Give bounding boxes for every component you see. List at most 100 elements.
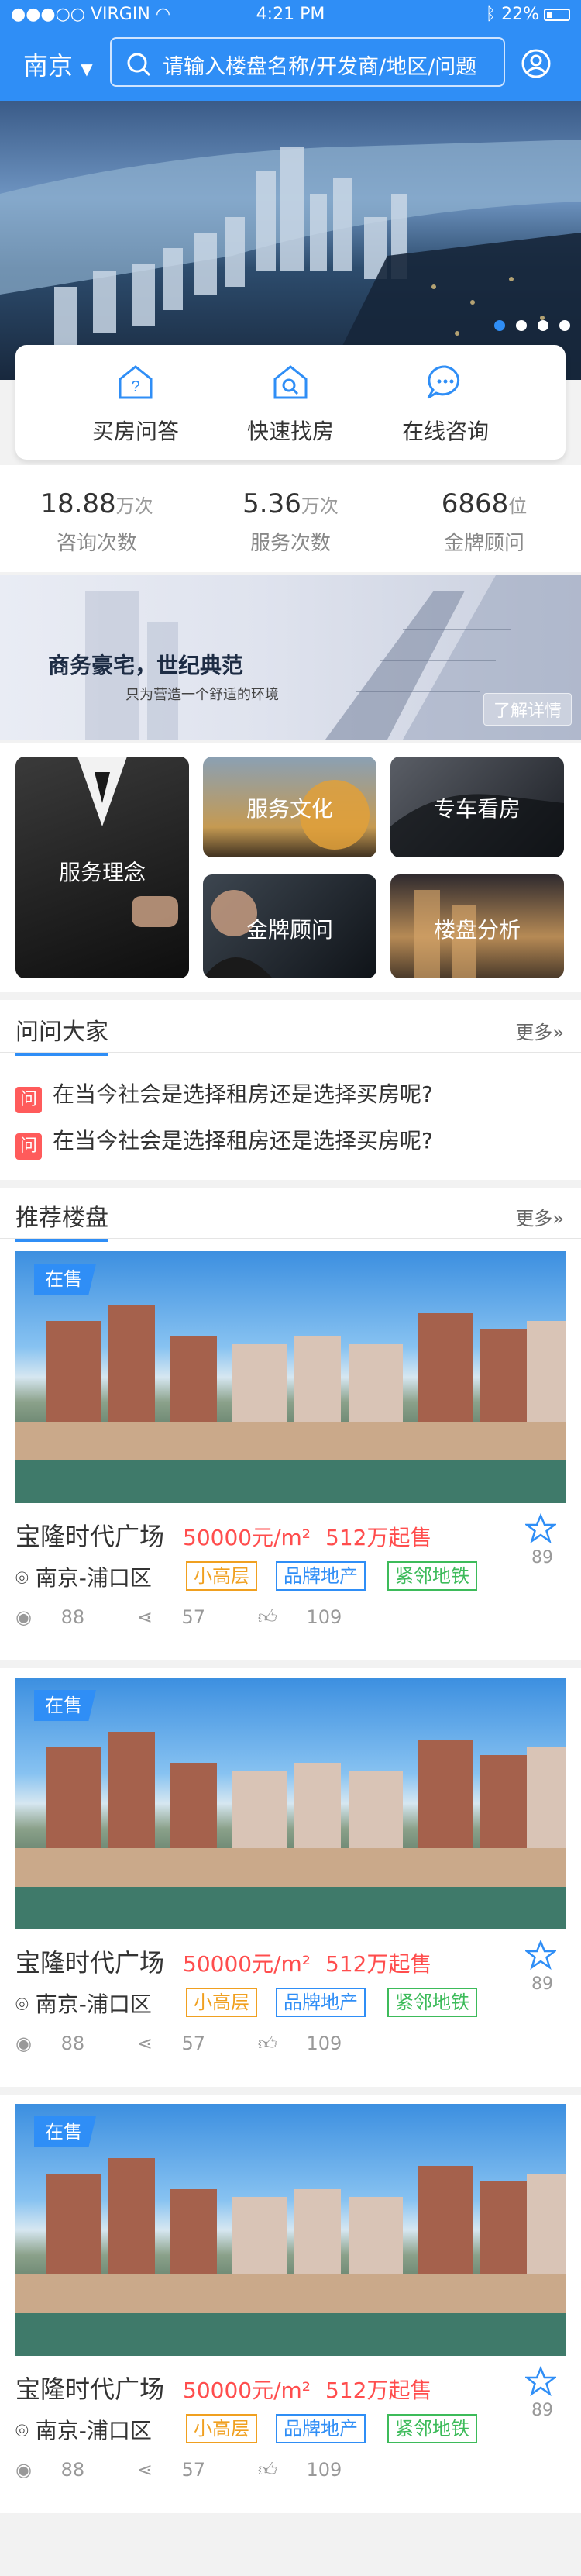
tile-label: 专车看房 <box>433 796 521 822</box>
eye-icon: ◉ <box>15 1606 32 1628</box>
unit-price: 50000元/m² <box>183 1525 311 1550</box>
carousel-dots <box>483 319 570 334</box>
tile-label: 服务文化 <box>246 796 333 822</box>
quick-link-chat[interactable]: 在线咨询 <box>368 359 523 446</box>
city-label: 南京 <box>23 51 74 81</box>
favorite-count: 89 <box>531 1548 553 1567</box>
eye-icon: ◉ <box>15 2459 32 2481</box>
status-bar: ●●●○○ VIRGIN ◠ 4:21 PM ᛒ 22% <box>0 0 581 31</box>
feature-tag: 品牌地产 <box>276 1561 366 1591</box>
property-photo: 在售 <box>15 2104 566 2356</box>
ask-section-title: 问问大家 <box>15 1012 108 1056</box>
stats-panel: 18.88万次 咨询次数 5.36万次 服务次数 6868位 金牌顾问 <box>0 465 581 572</box>
listing-card[interactable]: 在售 宝隆时代广场 50000元/m² 512万起售 89 ⌾ 南京-浦口区 小… <box>0 2095 581 2513</box>
unit-price: 50000元/m² <box>183 2378 311 2403</box>
thumbs-up-icon: 👍︎ <box>257 2033 277 2054</box>
property-photo: 在售 <box>15 1251 566 1503</box>
tile-service-philosophy[interactable]: 服务理念 <box>15 757 189 978</box>
unit-price: 50000元/m² <box>183 1951 311 1977</box>
top-bar: ●●●○○ VIRGIN ◠ 4:21 PM ᛒ 22% 南京 ▼ 请输入楼盘名… <box>0 0 581 101</box>
listing-meta: ◉ 88 ⋖ 57 👍︎ 109 <box>15 2459 342 2481</box>
property-render-image <box>15 2158 566 2356</box>
thumbs-up-icon: 👍︎ <box>257 2459 277 2481</box>
search-icon <box>127 53 151 77</box>
favorite-count: 89 <box>531 1974 553 1994</box>
battery-percent: 22% <box>501 5 539 24</box>
location: ⌾ 南京-浦口区 <box>15 1565 152 1591</box>
feature-tag: 紧邻地铁 <box>387 1988 477 2017</box>
tile-property-analysis[interactable]: 楼盘分析 <box>390 874 564 978</box>
ask-section: 问问大家 更多» 问在当今社会是选择租房还是选择买房呢? 问在当今社会是选择租房… <box>0 1000 581 1180</box>
tile-label: 金牌顾问 <box>246 917 333 943</box>
feature-tag: 小高层 <box>186 2414 257 2443</box>
star-icon[interactable] <box>525 2366 556 2397</box>
tile-service-culture[interactable]: 服务文化 <box>203 757 376 857</box>
question-house-icon: ? <box>119 365 153 399</box>
star-icon[interactable] <box>525 1513 556 1544</box>
feature-tag: 紧邻地铁 <box>387 2414 477 2443</box>
feature-tag: 小高层 <box>186 1561 257 1591</box>
city-selector[interactable]: 南京 ▼ <box>23 47 93 82</box>
service-grid: 服务理念 服务文化 专车看房 金牌顾问 楼盘分析 <box>0 743 581 992</box>
share-icon: ⋖ <box>136 2033 153 2054</box>
start-price: 512万起售 <box>325 2378 432 2403</box>
share-icon: ⋖ <box>136 1606 153 1628</box>
tile-car-viewing[interactable]: 专车看房 <box>390 757 564 857</box>
question-badge-icon: 问 <box>15 1087 42 1113</box>
search-house-icon <box>273 365 308 399</box>
feature-tag: 小高层 <box>186 1988 257 2017</box>
user-icon[interactable] <box>521 48 552 79</box>
promo-banner[interactable]: 商务豪宅，世纪典范 只为营造一个舒适的环境 了解详情 <box>0 575 581 740</box>
tile-label: 服务理念 <box>58 860 146 885</box>
question-item[interactable]: 问在当今社会是选择租房还是选择买房呢? <box>15 1078 433 1113</box>
question-badge-icon: 问 <box>15 1133 42 1160</box>
caret-down-icon: ▼ <box>81 60 93 78</box>
search-input[interactable]: 请输入楼盘名称/开发商/地区/问题 <box>110 37 505 87</box>
tile-label: 楼盘分析 <box>433 917 521 943</box>
location-pin-icon: ⌾ <box>15 1565 29 1591</box>
listing-card[interactable]: 在售 宝隆时代广场 50000元/m² 512万起售 89 ⌾ 南京-浦口区 小… <box>0 1668 581 2087</box>
location-pin-icon: ⌾ <box>15 1991 29 2017</box>
svg-text:?: ? <box>131 378 139 395</box>
tile-gold-advisor[interactable]: 金牌顾问 <box>203 874 376 978</box>
ask-more-link[interactable]: 更多» <box>515 1017 564 1044</box>
double-chevron-icon: » <box>552 1208 564 1229</box>
listing-meta: ◉ 88 ⋖ 57 👍︎ 109 <box>15 2033 342 2054</box>
share-icon: ⋖ <box>136 2459 153 2481</box>
promo-subtitle: 只为营造一个舒适的环境 <box>125 687 279 703</box>
location-pin-icon: ⌾ <box>15 2418 29 2443</box>
recommend-section-header: 推荐楼盘 更多» <box>0 1188 581 1242</box>
star-icon[interactable] <box>525 1940 556 1971</box>
listing-card[interactable]: 在售 宝隆时代广场 50000元/m² 512万起售 89 ⌾ 南京-浦口区 小… <box>0 1242 581 1660</box>
recommend-more-link[interactable]: 更多» <box>515 1203 564 1230</box>
favorite-count: 89 <box>531 2401 553 2420</box>
hero-banner[interactable] <box>0 101 581 380</box>
question-item[interactable]: 问在当今社会是选择租房还是选择买房呢? <box>15 1124 433 1160</box>
location: ⌾ 南京-浦口区 <box>15 2418 152 2443</box>
promo-details-button[interactable]: 了解详情 <box>483 693 572 726</box>
stat-advisors: 6868位 金牌顾问 <box>441 488 528 555</box>
quick-link-qa[interactable]: ? 买房问答 <box>58 359 213 446</box>
battery-icon <box>544 9 570 21</box>
chat-icon <box>427 365 460 399</box>
status-tag: 在售 <box>34 1690 96 1721</box>
property-render-image <box>15 1305 566 1503</box>
start-price: 512万起售 <box>325 1951 432 1977</box>
bluetooth-icon: ᛒ <box>485 5 497 24</box>
status-tag: 在售 <box>34 1264 96 1295</box>
listing-meta: ◉ 88 ⋖ 57 👍︎ 109 <box>15 1606 342 1628</box>
search-placeholder: 请输入楼盘名称/开发商/地区/问题 <box>163 55 477 79</box>
quick-links: ? 买房问答 快速找房 在线咨询 <box>15 345 566 460</box>
property-name: 宝隆时代广场 <box>15 1522 165 1551</box>
thumbs-up-icon: 👍︎ <box>257 1606 277 1628</box>
feature-tag: 紧邻地铁 <box>387 1561 477 1591</box>
stat-service: 5.36万次 服务次数 <box>242 488 339 555</box>
quick-link-find[interactable]: 快速找房 <box>213 359 368 446</box>
status-tag: 在售 <box>34 2116 96 2147</box>
property-render-image <box>15 1732 566 1929</box>
location: ⌾ 南京-浦口区 <box>15 1991 152 2017</box>
double-chevron-icon: » <box>552 1022 564 1043</box>
property-photo: 在售 <box>15 1678 566 1929</box>
eye-icon: ◉ <box>15 2033 32 2054</box>
recommend-section-title: 推荐楼盘 <box>15 1198 108 1242</box>
